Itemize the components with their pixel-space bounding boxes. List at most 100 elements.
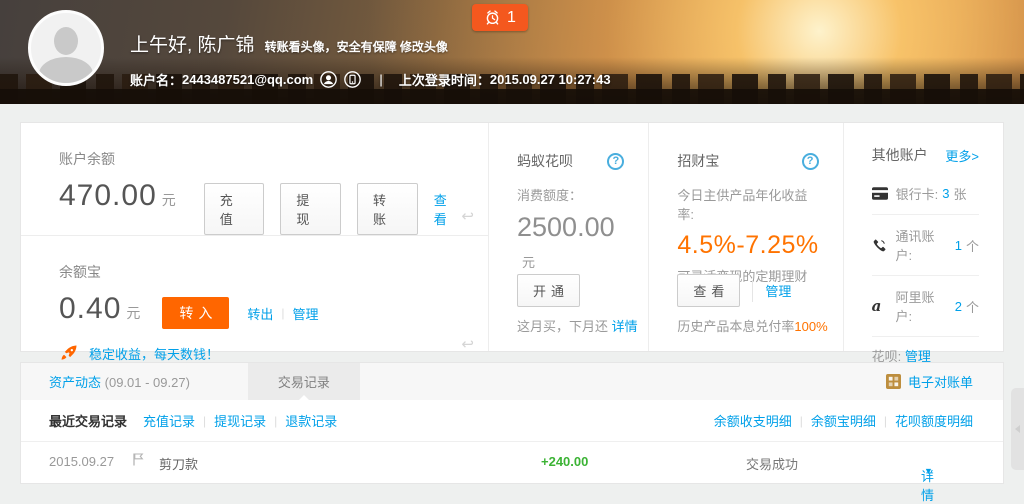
collapse-arrow-icon[interactable]: ↩ xyxy=(461,207,474,225)
withdraw-records-link[interactable]: 提现记录 xyxy=(214,411,266,430)
collapse-arrow-icon[interactable]: ↩ xyxy=(461,335,474,353)
bank-card-icon xyxy=(872,187,896,200)
greeting-text: 上午好, 陈广锦 xyxy=(130,35,255,56)
alibaba-icon: a xyxy=(872,300,896,313)
help-icon[interactable]: ? xyxy=(802,153,819,170)
side-panel-toggle[interactable] xyxy=(1011,388,1024,470)
row-label: 银行卡: xyxy=(896,184,939,203)
balance-unit: 元 xyxy=(162,190,176,210)
row-label: 通讯账户: xyxy=(895,226,950,264)
skyline-base xyxy=(0,89,1024,104)
transaction-date: 2015.09.27 xyxy=(49,454,114,469)
divider: | xyxy=(884,414,887,428)
huabei-amount: 2500.00 xyxy=(517,212,615,242)
transaction-status: 交易成功 xyxy=(746,454,798,473)
yuebao-amount: 0.40 xyxy=(59,292,121,326)
yuebao-panel: 余额宝 0.40 元 转入 转出 | 管理 稳定收益，每天数钱！ ↩ xyxy=(21,236,488,363)
transaction-amount: +240.00 xyxy=(541,454,588,469)
row-count: 2 xyxy=(955,299,962,314)
notification-count: 1 xyxy=(507,9,516,27)
row-unit: 张 xyxy=(953,184,966,203)
separator-bar: | xyxy=(379,72,383,87)
row-unit: 个 xyxy=(966,236,979,255)
telecom-account-row[interactable]: 通讯账户: 1 个 xyxy=(872,215,979,276)
greeting-line: 上午好, 陈广锦转账看头像，安全有保障 修改头像 xyxy=(130,30,448,57)
transaction-name: 剪刀款 xyxy=(159,454,198,473)
balance-amount: 470.00 xyxy=(59,179,157,213)
zhaocaibao-rate-label: 今日主供产品年化收益率: xyxy=(677,185,818,223)
balance-column: 账户余额 470.00 元 充值 提现 转账 查看 ↩ 余额宝 0.40 元 转… xyxy=(21,123,489,351)
other-accounts-panel: 其他账户 更多> 银行卡: 3 张 通讯账户: 1 个 a 阿里账户: 2 个 xyxy=(844,123,1003,351)
huabei-quota-label: 消费额度： xyxy=(517,185,624,204)
e-statement-label: 电子对账单 xyxy=(908,372,973,391)
account-balance-panel: 账户余额 470.00 元 充值 提现 转账 查看 ↩ xyxy=(21,123,488,236)
greeting-tip: 转账看头像，安全有保障 xyxy=(265,40,397,54)
recharge-button[interactable]: 充值 xyxy=(204,183,265,235)
account-value: 2443487521@qq.com xyxy=(182,72,313,87)
flag-icon[interactable] xyxy=(133,453,144,469)
account-label: 账户名： xyxy=(130,70,182,89)
header-banner: 上午好, 陈广锦转账看头像，安全有保障 修改头像 账户名： 2443487521… xyxy=(0,0,1024,104)
zhaocaibao-panel: 招财宝 ? 今日主供产品年化收益率: 4.5%-7.25% 可灵活变现的定期理财… xyxy=(649,123,843,351)
row-label: 阿里账户: xyxy=(895,287,950,325)
huabei-activate-button[interactable]: 开通 xyxy=(517,274,580,307)
alarm-clock-icon xyxy=(484,9,501,26)
yuebao-manage-link[interactable]: 管理 xyxy=(293,304,319,323)
divider: | xyxy=(203,414,206,428)
withdraw-button[interactable]: 提现 xyxy=(280,183,341,235)
help-icon[interactable]: ? xyxy=(607,153,624,170)
last-login-label: 上次登录时间： xyxy=(399,70,490,89)
huabei-panel: 蚂蚁花呗 ? 消费额度： 2500.00元 开通 这月买，下月还 详情 xyxy=(489,123,649,351)
huabei-unit: 元 xyxy=(522,255,535,270)
user-badge-icon[interactable] xyxy=(320,71,337,88)
avatar-head-shape xyxy=(54,27,78,55)
yuebao-title: 余额宝 xyxy=(59,262,458,282)
refund-records-link[interactable]: 退款记录 xyxy=(285,411,337,430)
zhaocaibao-title: 招财宝 xyxy=(677,151,719,171)
mobile-badge-icon[interactable] xyxy=(344,71,361,88)
chevron-left-icon xyxy=(1015,425,1020,433)
recent-records-label: 最近交易记录 xyxy=(49,411,127,430)
huabei-note: 这月买，下月还 xyxy=(517,319,608,334)
transfer-button[interactable]: 转账 xyxy=(357,183,418,235)
zhaocaibao-view-button[interactable]: 查看 xyxy=(677,274,740,307)
e-statement-link[interactable]: 电子对账单 xyxy=(886,372,973,391)
phone-icon xyxy=(872,238,896,253)
rocket-icon xyxy=(59,343,79,363)
row-count: 3 xyxy=(942,186,949,201)
huabei-quota-detail-link[interactable]: 花呗额度明细 xyxy=(895,411,973,430)
tab-asset-trends[interactable]: 资产动态 xyxy=(49,375,101,390)
balance-view-link[interactable]: 查看 xyxy=(434,190,458,228)
asset-trends-range: (09.01 - 09.27) xyxy=(105,375,190,390)
transfer-out-link[interactable]: 转出 xyxy=(247,304,273,323)
other-accounts-title: 其他账户 xyxy=(872,145,928,165)
transaction-row[interactable]: 2015.09.27 剪刀款 +240.00 交易成功 详情▼ xyxy=(21,442,1003,482)
ali-account-row[interactable]: a 阿里账户: 2 个 xyxy=(872,276,979,337)
zhaocaibao-rate: 4.5%-7.25% xyxy=(677,231,818,260)
balance-title: 账户余额 xyxy=(59,149,458,169)
edit-avatar-link[interactable]: 修改头像 xyxy=(400,40,448,54)
chevron-down-icon: ▼ xyxy=(924,466,933,476)
row-count: 1 xyxy=(955,238,962,253)
transfer-in-button[interactable]: 转入 xyxy=(162,297,229,329)
row-unit: 个 xyxy=(966,297,979,316)
notification-badge[interactable]: 1 xyxy=(472,4,528,31)
statement-icon xyxy=(886,374,901,389)
zhaocaibao-manage-link[interactable]: 管理 xyxy=(765,281,791,300)
records-header-row: 最近交易记录 充值记录 | 提现记录 | 退款记录 余额收支明细 | 余额宝明细… xyxy=(21,400,1003,442)
avatar[interactable] xyxy=(28,10,104,86)
tab-transaction-records[interactable]: 交易记录 xyxy=(248,363,360,401)
recharge-records-link[interactable]: 充值记录 xyxy=(143,411,195,430)
huabei-details-link[interactable]: 详情 xyxy=(612,319,638,334)
more-link[interactable]: 更多> xyxy=(945,146,979,165)
yuebao-slogan-link[interactable]: 稳定收益，每天数钱！ xyxy=(89,344,219,363)
divider: | xyxy=(274,414,277,428)
account-line: 账户名： 2443487521@qq.com | 上次登录时间： 2015.09… xyxy=(130,70,611,89)
divider xyxy=(752,280,753,302)
avatar-shoulders-shape xyxy=(39,57,93,86)
bank-card-row[interactable]: 银行卡: 3 张 xyxy=(872,173,979,215)
zhaocaibao-history-value: 100% xyxy=(794,319,827,334)
yuebao-detail-link[interactable]: 余额宝明细 xyxy=(811,411,876,430)
balance-detail-link[interactable]: 余额收支明细 xyxy=(714,411,792,430)
tab-bar: 资产动态 (09.01 - 09.27) 交易记录 电子对账单 xyxy=(20,362,1004,400)
